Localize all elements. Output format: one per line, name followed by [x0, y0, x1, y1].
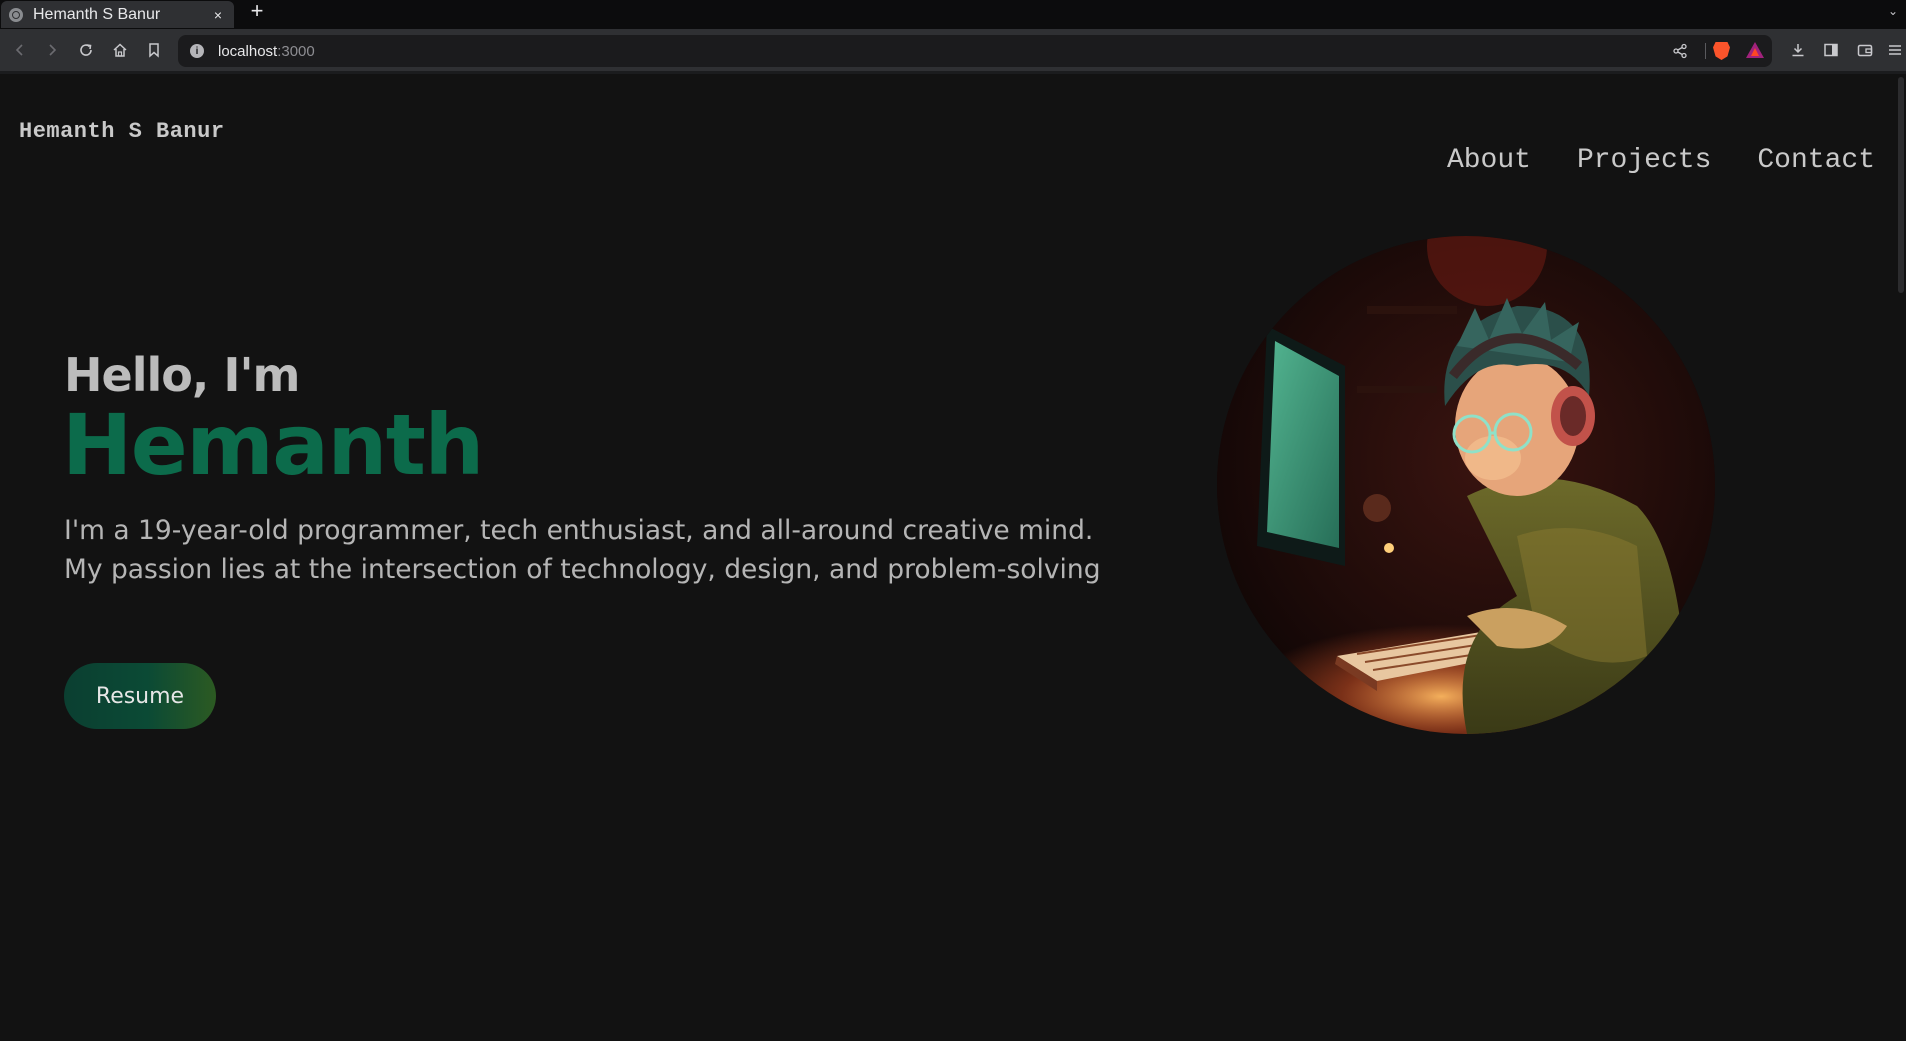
wallet-icon[interactable] — [1854, 39, 1876, 61]
url-port: :3000 — [277, 42, 315, 60]
hero-name: Hemanth — [62, 396, 484, 494]
back-icon[interactable] — [9, 39, 31, 61]
sidebar-icon[interactable] — [1820, 39, 1842, 61]
site-nav: About Projects Contact — [1447, 145, 1875, 176]
nav-link-about[interactable]: About — [1447, 145, 1531, 176]
page-viewport: Hemanth S Banur About Projects Contact H… — [1, 77, 1896, 1041]
new-tab-button[interactable]: + — [247, 0, 267, 24]
globe-icon — [9, 7, 23, 22]
nav-link-projects[interactable]: Projects — [1577, 145, 1711, 176]
menu-icon[interactable] — [1884, 39, 1906, 61]
bookmark-icon[interactable] — [143, 39, 165, 61]
hero-description: I'm a 19-year-old programmer, tech enthu… — [64, 515, 1101, 585]
address-bar[interactable]: i localhost :3000 — [178, 35, 1772, 67]
forward-icon[interactable] — [41, 39, 63, 61]
hero-greeting: Hello, I'm — [64, 348, 300, 402]
nav-link-contact[interactable]: Contact — [1757, 145, 1875, 176]
browser-toolbar: i localhost :3000 — [0, 29, 1906, 74]
tab-close-icon[interactable]: × — [210, 7, 226, 23]
brave-rewards-icon[interactable] — [1746, 42, 1764, 58]
url-separator — [1705, 43, 1706, 59]
site-logo[interactable]: Hemanth S Banur — [19, 119, 225, 144]
resume-button[interactable]: Resume — [64, 663, 216, 729]
page-scrollbar[interactable] — [1896, 77, 1906, 1041]
info-icon[interactable]: i — [190, 44, 204, 58]
home-icon[interactable] — [109, 39, 131, 61]
browser-tab[interactable]: Hemanth S Banur × — [1, 1, 234, 28]
brave-shields-icon[interactable] — [1713, 42, 1730, 60]
share-icon[interactable] — [1672, 43, 1688, 64]
profile-illustration — [1217, 236, 1715, 734]
reload-icon[interactable] — [75, 39, 97, 61]
tab-list-icon[interactable]: ⌄ — [1888, 4, 1898, 18]
url-host: localhost — [218, 42, 278, 60]
downloads-icon[interactable] — [1787, 39, 1809, 61]
scrollbar-thumb[interactable] — [1898, 77, 1904, 293]
tab-title: Hemanth S Banur — [33, 5, 161, 23]
tab-strip: Hemanth S Banur × + ⌄ — [0, 0, 1906, 29]
